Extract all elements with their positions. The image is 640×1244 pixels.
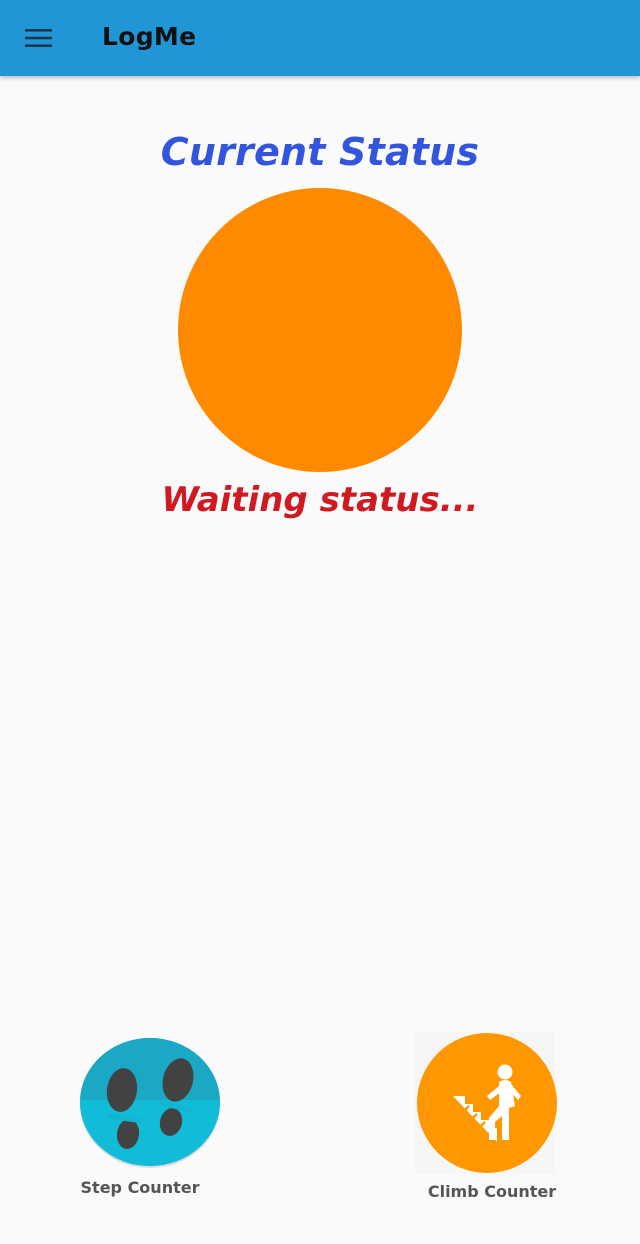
footprints-icon bbox=[80, 1038, 220, 1168]
hamburger-menu-icon bbox=[25, 29, 52, 47]
step-counter-button[interactable]: Step Counter bbox=[70, 1036, 230, 1197]
status-indicator-circle bbox=[178, 188, 462, 472]
step-counter-label: Step Counter bbox=[80, 1178, 200, 1197]
status-message: Waiting status... bbox=[161, 480, 479, 520]
menu-button[interactable] bbox=[14, 14, 64, 62]
climb-counter-label: Climb Counter bbox=[427, 1182, 557, 1201]
status-heading: Current Status bbox=[160, 130, 480, 174]
climb-counter-button[interactable]: Climb Counter bbox=[404, 1032, 564, 1201]
app-bar: LogMe bbox=[0, 0, 640, 76]
app-title: LogMe bbox=[102, 22, 197, 51]
stairs-climber-icon bbox=[415, 1032, 557, 1174]
